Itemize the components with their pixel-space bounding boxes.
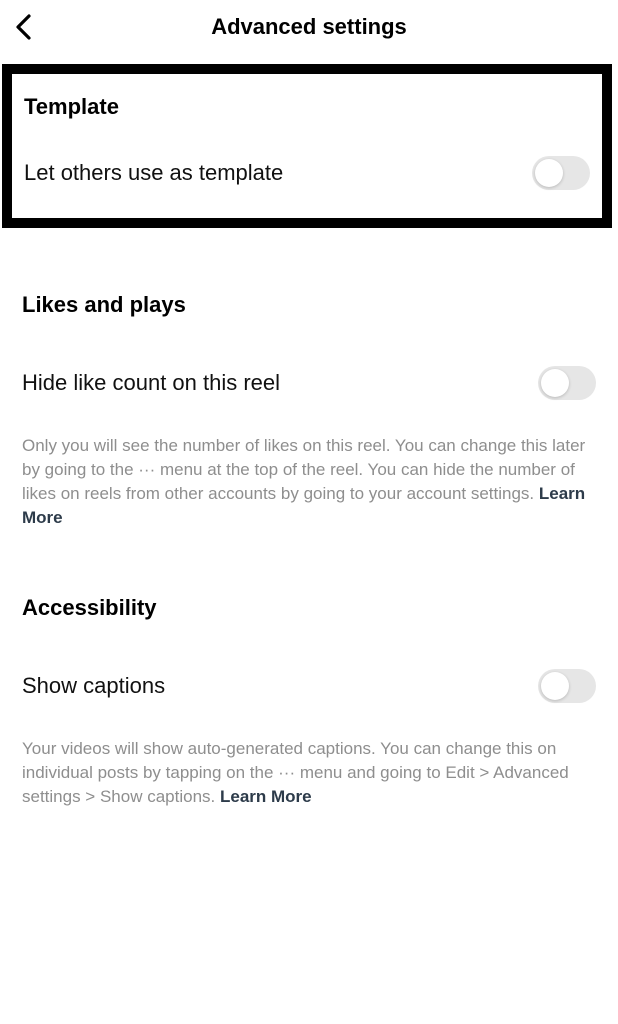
section-title-likes: Likes and plays [0,292,618,318]
chevron-left-icon [14,13,32,41]
row-show-captions: Show captions [0,669,618,703]
toggle-template[interactable] [532,156,590,190]
section-title-template: Template [24,94,590,120]
toggle-knob [541,672,569,700]
toggle-knob [535,159,563,187]
section-title-accessibility: Accessibility [0,595,618,621]
row-label-show-captions: Show captions [22,673,165,699]
toggle-hide-likes[interactable] [538,366,596,400]
page-title: Advanced settings [16,14,602,40]
row-label-hide-likes: Hide like count on this reel [22,370,280,396]
help-text-likes: Only you will see the number of likes on… [0,434,618,531]
help-text-captions: Your videos will show auto-generated cap… [0,737,618,809]
toggle-knob [541,369,569,397]
row-label-template: Let others use as template [24,160,283,186]
template-highlight-box: Template Let others use as template [2,64,612,228]
header: Advanced settings [0,0,618,54]
learn-more-captions[interactable]: Learn More [220,787,312,806]
help-text-likes-body: Only you will see the number of likes on… [22,436,585,503]
toggle-show-captions[interactable] [538,669,596,703]
row-template-toggle: Let others use as template [24,156,590,190]
back-button[interactable] [14,13,32,41]
row-hide-likes: Hide like count on this reel [0,366,618,400]
